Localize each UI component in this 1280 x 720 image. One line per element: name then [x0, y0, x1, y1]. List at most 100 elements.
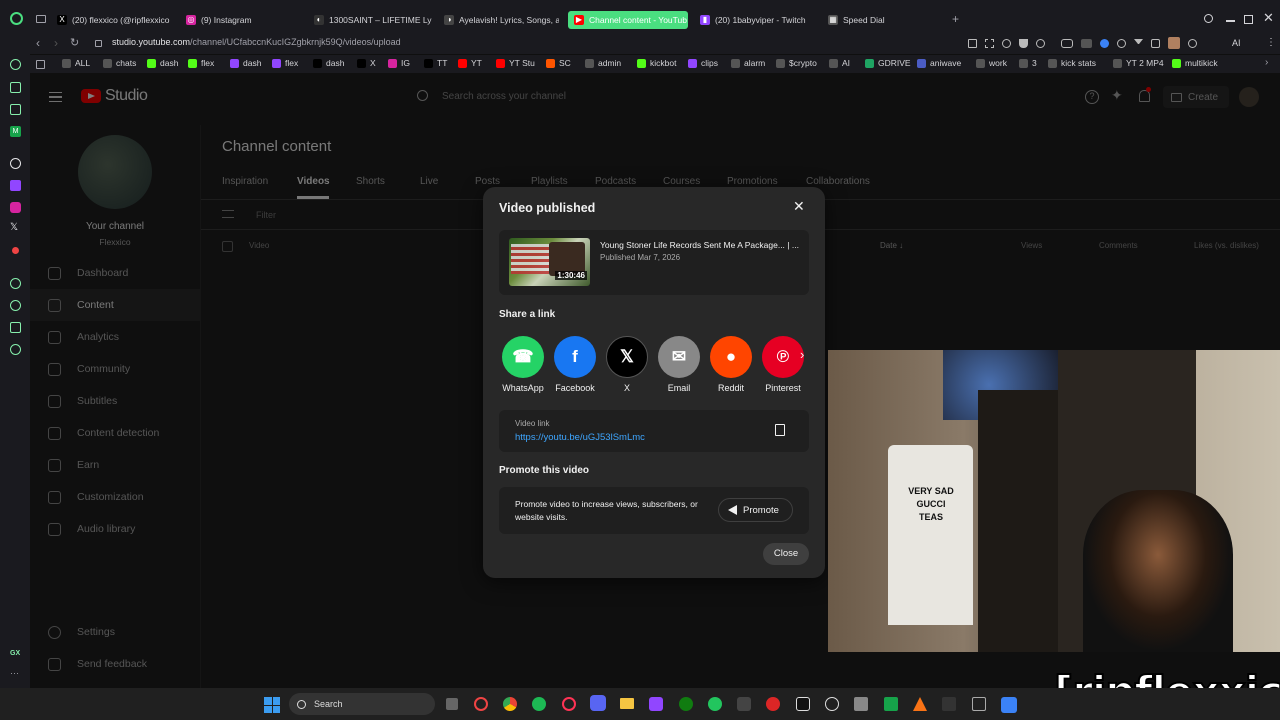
- shield-icon[interactable]: [1019, 39, 1028, 48]
- bookmark-item[interactable]: kickbot: [637, 58, 676, 68]
- browser-tab[interactable]: X (20) flexxico (@ripflexxico: [57, 10, 175, 30]
- task-view-icon[interactable]: [446, 698, 458, 710]
- forward-icon[interactable]: ›: [54, 36, 58, 50]
- green-app-icon[interactable]: [708, 697, 722, 711]
- share-page-icon[interactable]: [1188, 39, 1197, 48]
- close-window-icon[interactable]: ✕: [1263, 11, 1274, 24]
- blue-app-icon[interactable]: [1001, 697, 1017, 713]
- capcut-icon[interactable]: [796, 697, 810, 711]
- bookmark-item[interactable]: admin: [585, 58, 621, 68]
- grid-app-icon[interactable]: [972, 697, 986, 711]
- tabs-menu-icon[interactable]: [36, 15, 46, 23]
- globe-icon[interactable]: [1117, 39, 1126, 48]
- close-icon[interactable]: ✕: [793, 198, 805, 215]
- twitch-icon[interactable]: [10, 180, 21, 191]
- bookmark-item[interactable]: multikick: [1172, 58, 1218, 68]
- browser-tab[interactable]: ▮ (20) 1babyviper - Twitch: [700, 10, 812, 30]
- spreadsheet-icon[interactable]: [884, 697, 898, 711]
- bookmark-item[interactable]: 3: [1019, 58, 1037, 68]
- opera-taskbar-icon[interactable]: [474, 697, 488, 711]
- chatgpt-icon[interactable]: [10, 158, 21, 169]
- bookmark-item[interactable]: dash: [147, 58, 178, 68]
- pin-icon[interactable]: [968, 39, 977, 48]
- player-icon[interactable]: [10, 278, 21, 289]
- more-bookmarks-icon[interactable]: ›: [1265, 57, 1268, 68]
- more-icon[interactable]: ···: [10, 668, 19, 678]
- filter-icon[interactable]: [1134, 39, 1143, 48]
- bookmark-item[interactable]: $crypto: [776, 58, 817, 68]
- browser-tab[interactable]: ◎ (9) Instagram: [186, 10, 296, 30]
- messenger-icon[interactable]: [10, 59, 21, 70]
- bookmark-item[interactable]: YT 2 MP4: [1113, 58, 1164, 68]
- video-card[interactable]: 1:30:46 Young Stoner Life Records Sent M…: [499, 230, 809, 295]
- bookmark-item[interactable]: aniwave: [917, 58, 961, 68]
- copy-icon[interactable]: [775, 424, 785, 436]
- share-reddit-button[interactable]: ●: [710, 336, 752, 378]
- extensions-icon[interactable]: [10, 322, 21, 333]
- close-button[interactable]: Close: [763, 543, 809, 565]
- bookmark-item[interactable]: alarm: [731, 58, 765, 68]
- bookmark-item[interactable]: SC: [546, 58, 571, 68]
- bookmark-item[interactable]: dash: [230, 58, 261, 68]
- promote-button[interactable]: Promote: [718, 498, 793, 522]
- profile-avatar[interactable]: [1168, 37, 1180, 49]
- bookmark-item[interactable]: TT: [424, 58, 447, 68]
- search-tabs-icon[interactable]: [1204, 14, 1213, 23]
- heart-icon[interactable]: [1036, 39, 1045, 48]
- browser-tab[interactable]: ◐ 1300SAINT – LIFETIME Ly: [314, 10, 432, 30]
- bookmark-item[interactable]: flex: [188, 58, 214, 68]
- bookmark-item[interactable]: kick stats: [1048, 58, 1096, 68]
- vpn-icon[interactable]: [1100, 39, 1109, 48]
- maximize-icon[interactable]: [1244, 15, 1253, 24]
- share-whatsapp-button[interactable]: ☎: [502, 336, 544, 378]
- share-email-button[interactable]: ✉: [658, 336, 700, 378]
- history-icon[interactable]: [10, 300, 21, 311]
- spotify-icon[interactable]: [532, 697, 546, 711]
- extension-badge-icon[interactable]: [1081, 39, 1092, 48]
- twitch-taskbar-icon[interactable]: [649, 697, 663, 711]
- taskbar-search[interactable]: Search: [289, 693, 435, 715]
- speed-dial-icon[interactable]: [36, 60, 45, 69]
- share-x-button[interactable]: 𝕏: [606, 336, 648, 378]
- share-pinterest-button[interactable]: ℗: [762, 336, 804, 378]
- bookmark-item[interactable]: flex: [272, 58, 298, 68]
- video-link-url[interactable]: https://youtu.be/uGJ53lSmLmc: [515, 432, 645, 443]
- bookmark-item[interactable]: dash: [313, 58, 344, 68]
- share-facebook-button[interactable]: f: [554, 336, 596, 378]
- reload-icon[interactable]: ↻: [70, 36, 79, 49]
- chatgpt-taskbar-icon[interactable]: [825, 697, 839, 711]
- bookmark-item[interactable]: YT: [458, 58, 482, 68]
- opera-gx-taskbar-icon[interactable]: [562, 697, 576, 711]
- instagram-icon[interactable]: [10, 202, 21, 213]
- opera-gx-icon[interactable]: [10, 12, 23, 25]
- vlc-icon[interactable]: [913, 697, 927, 711]
- share-next-icon[interactable]: ›: [800, 347, 804, 362]
- bookmark-item[interactable]: X: [357, 58, 376, 68]
- audio-icon[interactable]: [942, 697, 956, 711]
- back-icon[interactable]: ‹: [36, 36, 40, 50]
- bookmark-item[interactable]: clips: [688, 58, 718, 68]
- start-icon[interactable]: [264, 697, 280, 713]
- file-explorer-icon[interactable]: [620, 698, 634, 709]
- alert-icon[interactable]: [12, 247, 19, 254]
- gamepad-icon[interactable]: [1061, 39, 1073, 48]
- red-app-icon[interactable]: [766, 697, 780, 711]
- xbox-icon[interactable]: [679, 697, 693, 711]
- discord-icon[interactable]: [590, 695, 606, 711]
- ai-button[interactable]: AI: [1232, 38, 1241, 48]
- capture-icon[interactable]: [985, 39, 994, 48]
- x-icon[interactable]: 𝕏: [10, 222, 18, 233]
- gx-corner-icon[interactable]: [10, 82, 21, 93]
- browser-tab[interactable]: ◑ Ayelavish! Lyrics, Songs, a: [444, 10, 559, 30]
- puzzle-icon[interactable]: [1151, 39, 1160, 48]
- bookmark-item[interactable]: chats: [103, 58, 136, 68]
- m-app-icon[interactable]: M: [10, 126, 21, 137]
- bookmark-item[interactable]: work: [976, 58, 1007, 68]
- bookmark-item[interactable]: IG: [388, 58, 410, 68]
- new-tab-icon[interactable]: +: [952, 13, 959, 25]
- mixer-icon[interactable]: [737, 697, 751, 711]
- settings-gear-icon[interactable]: [10, 344, 21, 355]
- bookmark-item[interactable]: ALL: [62, 58, 90, 68]
- browser-tab[interactable]: ▶ Channel content - YouTub: [568, 11, 688, 29]
- bookmark-item[interactable]: AI: [829, 58, 850, 68]
